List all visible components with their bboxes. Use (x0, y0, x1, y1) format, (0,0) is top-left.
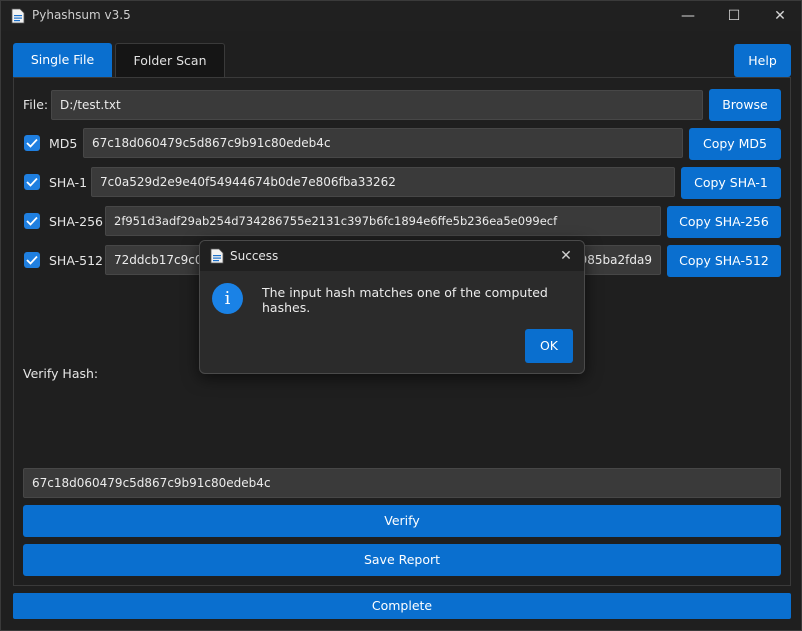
app-icon (11, 8, 25, 24)
check-icon (26, 138, 38, 148)
maximize-icon[interactable]: ☐ (711, 1, 757, 31)
app-icon (210, 248, 224, 264)
close-icon[interactable]: ✕ (757, 1, 802, 31)
app-window: Pyhashsum v3.5 — ☐ ✕ Single File Folder … (0, 0, 802, 631)
md5-hash-field[interactable]: 67c18d060479c5d867c9b91c80edeb4c (83, 128, 683, 158)
sha1-checkbox[interactable] (24, 174, 40, 190)
sha512-value-start: 72ddcb17c9c0a (114, 253, 210, 267)
tab-single-file[interactable]: Single File (13, 43, 112, 77)
minimize-icon[interactable]: — (665, 1, 711, 31)
sha1-hash-field[interactable]: 7c0a529d2e9e40f54944674b0de7e806fba33262 (91, 167, 675, 197)
copy-sha512-button[interactable]: Copy SHA-512 (667, 245, 781, 277)
verify-hash-input[interactable]: 67c18d060479c5d867c9b91c80edeb4c (23, 468, 781, 498)
file-path-input[interactable]: D:/test.txt (51, 90, 703, 120)
sha256-hash-field[interactable]: 2f951d3adf29ab254d734286755e2131c397b6fc… (105, 206, 661, 236)
sha512-value-end: 985ba2fda9 (579, 253, 652, 267)
info-icon: i (212, 283, 243, 314)
sha512-label: SHA-512 (49, 253, 103, 268)
status-bar: Complete (13, 593, 791, 619)
browse-button[interactable]: Browse (709, 89, 781, 121)
window-title: Pyhashsum v3.5 (32, 8, 131, 22)
file-label: File: (23, 97, 49, 112)
sha1-label: SHA-1 (49, 175, 88, 190)
sha512-checkbox[interactable] (24, 252, 40, 268)
copy-md5-button[interactable]: Copy MD5 (689, 128, 781, 160)
dialog-title-bar[interactable]: Success ✕ (200, 241, 584, 271)
title-bar[interactable]: Pyhashsum v3.5 — ☐ ✕ (1, 1, 801, 31)
sha256-label: SHA-256 (49, 214, 103, 229)
dialog-message: The input hash matches one of the comput… (262, 285, 548, 315)
dialog-close-icon[interactable]: ✕ (556, 246, 576, 266)
save-report-button[interactable]: Save Report (23, 544, 781, 576)
md5-label: MD5 (49, 136, 78, 151)
success-dialog: Success ✕ i The input hash matches one o… (199, 240, 585, 374)
check-icon (26, 255, 38, 265)
check-icon (26, 216, 38, 226)
copy-sha1-button[interactable]: Copy SHA-1 (681, 167, 781, 199)
help-button[interactable]: Help (734, 44, 791, 77)
verify-button[interactable]: Verify (23, 505, 781, 537)
dialog-title: Success (230, 249, 279, 263)
sha256-checkbox[interactable] (24, 213, 40, 229)
tab-folder-scan[interactable]: Folder Scan (115, 43, 225, 77)
copy-sha256-button[interactable]: Copy SHA-256 (667, 206, 781, 238)
ok-button[interactable]: OK (525, 329, 573, 363)
check-icon (26, 177, 38, 187)
md5-checkbox[interactable] (24, 135, 40, 151)
verify-hash-label: Verify Hash: (23, 366, 99, 381)
